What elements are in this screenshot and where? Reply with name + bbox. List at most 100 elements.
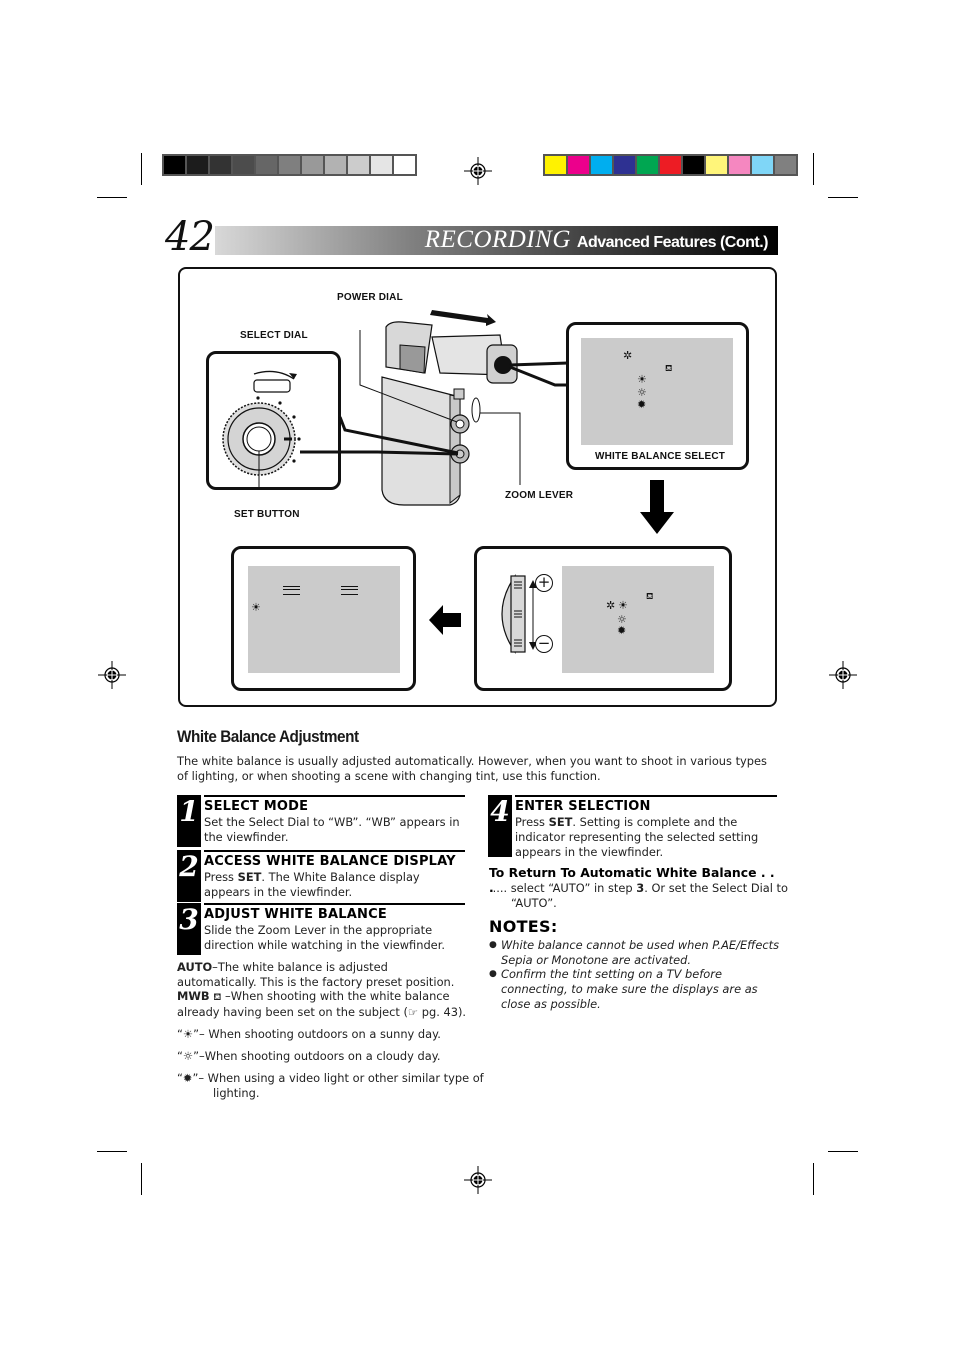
minus-sign-icon: − — [535, 635, 553, 653]
bullet-icon: ● — [489, 940, 497, 950]
section-title: White Balance Adjustment — [177, 727, 359, 746]
step-body: Slide the Zoom Lever in the appropriate … — [204, 923, 445, 952]
plus-sign-icon: + — [535, 574, 553, 592]
halogen-icon: ✹ — [637, 398, 647, 411]
halogen-icon: ✹ — [617, 624, 627, 637]
section-header-bar: RECORDING Advanced Features (Cont.) — [215, 226, 778, 255]
intro-paragraph: The white balance is usually adjusted au… — [177, 754, 767, 783]
calibration-swatch — [164, 156, 185, 174]
crop-mark — [813, 153, 814, 185]
section-title: RECORDING — [424, 226, 571, 253]
zoom-lever-adjust-panel: + − ✲ ☀ ⛾ ☼ ✹ — [474, 546, 732, 691]
viewfinder-screen: ✲ ☀ ⛾ ☼ ✹ — [562, 566, 714, 673]
step-rule — [204, 795, 465, 797]
step-2: 2 ACCESS WHITE BALANCE DISPLAY Press SET… — [177, 850, 467, 902]
section-subtitle: Advanced Features (Cont.) — [576, 234, 769, 251]
label-set-button: SET BUTTON — [234, 509, 300, 520]
bullet-icon: ● — [489, 969, 497, 979]
sunny-icon: ☀ — [637, 373, 647, 386]
step-body: Press SET. Setting is complete and the i… — [515, 815, 759, 859]
camcorder-illustration — [300, 310, 569, 506]
step-rule — [204, 850, 465, 852]
sunny-icon: ☀ — [618, 599, 628, 612]
left-arrow-icon — [429, 605, 461, 635]
grayscale-calibration-bar — [162, 154, 417, 176]
calibration-swatch — [371, 156, 392, 174]
viewfinder-screen: ✲ ⛾ ☀ ☼ ✹ — [581, 338, 733, 445]
calibration-swatch — [706, 156, 727, 174]
crop-mark — [813, 1163, 814, 1195]
halogen-mode-description: “✹”– When using a video light or other s… — [177, 1071, 484, 1100]
mwb-mode-description: MWB ⛾ –When shooting with the white bala… — [177, 989, 467, 1019]
calibration-swatch — [279, 156, 300, 174]
notes-heading: NOTES: — [489, 917, 558, 936]
sunny-mode-description: “☀”– When shooting outdoors on a sunny d… — [177, 1027, 441, 1041]
step-body: Press SET. The White Balance display app… — [204, 870, 420, 899]
crop-mark — [141, 153, 142, 185]
calibration-swatch — [729, 156, 750, 174]
return-auto-body: ..... select “AUTO” in step 3. Or set th… — [489, 881, 788, 910]
section-header-title: RECORDING Advanced Features (Cont.) — [424, 226, 769, 254]
sunny-icon: ☀ — [251, 601, 261, 614]
step-number: 2 — [177, 850, 201, 902]
calibration-swatch — [614, 156, 635, 174]
label-white-balance-select: WHITE BALANCE SELECT — [595, 451, 726, 462]
calibration-swatch — [568, 156, 589, 174]
cloudy-mode-description: “☼”–When shooting outdoors on a cloudy d… — [177, 1049, 441, 1063]
calibration-swatch — [233, 156, 254, 174]
halogen-icon: ✹ — [182, 1071, 193, 1085]
auto-cursor-icon: ✲ — [606, 599, 616, 612]
step-title: ADJUST WHITE BALANCE — [204, 907, 387, 922]
step-title: SELECT MODE — [204, 799, 309, 814]
calibration-swatch — [302, 156, 323, 174]
calibration-swatch — [752, 156, 773, 174]
step-4: 4 ENTER SELECTION Press SET. Setting is … — [488, 795, 778, 859]
crop-mark — [141, 1163, 142, 1195]
calibration-swatch — [660, 156, 681, 174]
color-calibration-bar — [543, 154, 798, 176]
calibration-swatch — [637, 156, 658, 174]
step-1: 1 SELECT MODE Set the Select Dial to “WB… — [177, 795, 467, 847]
pointing-hand-icon: ☞ — [407, 1005, 419, 1019]
step-number: 4 — [488, 795, 512, 857]
step-rule — [515, 795, 777, 797]
step-number: 1 — [177, 795, 201, 847]
calibration-swatch — [256, 156, 277, 174]
sunny-icon: ☀ — [182, 1027, 194, 1041]
registration-mark-icon — [829, 661, 857, 689]
calibration-swatch — [394, 156, 415, 174]
calibration-swatch — [591, 156, 612, 174]
auto-cursor-icon: ✲ — [623, 349, 633, 362]
calibration-swatch — [683, 156, 704, 174]
cloudy-icon: ☼ — [637, 386, 647, 399]
crop-mark — [97, 1151, 127, 1152]
step-rule — [204, 903, 465, 905]
step-title: ENTER SELECTION — [515, 799, 651, 814]
crop-mark — [97, 197, 127, 198]
step-number: 3 — [177, 903, 201, 955]
calibration-swatch — [187, 156, 208, 174]
slide-arrow-icon — [430, 310, 496, 326]
display-segment — [341, 586, 358, 595]
white-balance-select-panel: ✲ ⛾ ☀ ☼ ✹ WHITE BALANCE SELECT — [566, 322, 749, 470]
calibration-swatch — [210, 156, 231, 174]
calibration-swatch — [545, 156, 566, 174]
calibration-swatch — [325, 156, 346, 174]
down-arrow-icon — [640, 480, 674, 534]
step-title: ACCESS WHITE BALANCE DISPLAY — [204, 854, 456, 869]
auto-mode-description: AUTO–The white balance is adjusted autom… — [177, 960, 455, 989]
cloudy-icon: ☼ — [182, 1049, 194, 1063]
crop-mark — [828, 1151, 858, 1152]
page-number: 42 — [165, 214, 215, 260]
white-balance-result-panel: ☀ — [231, 546, 416, 691]
step-body: Set the Select Dial to “WB”. “WB” appear… — [204, 815, 460, 844]
mwb-icon: ⛾ — [665, 364, 673, 374]
registration-mark-icon — [464, 157, 492, 185]
mwb-icon: ⛾ — [646, 592, 654, 602]
step-3: 3 ADJUST WHITE BALANCE Slide the Zoom Le… — [177, 903, 467, 955]
crop-mark — [828, 197, 858, 198]
label-select-dial: SELECT DIAL — [240, 330, 308, 341]
viewfinder-screen: ☀ — [248, 566, 400, 673]
registration-mark-icon — [98, 661, 126, 689]
registration-mark-icon — [464, 1166, 492, 1194]
